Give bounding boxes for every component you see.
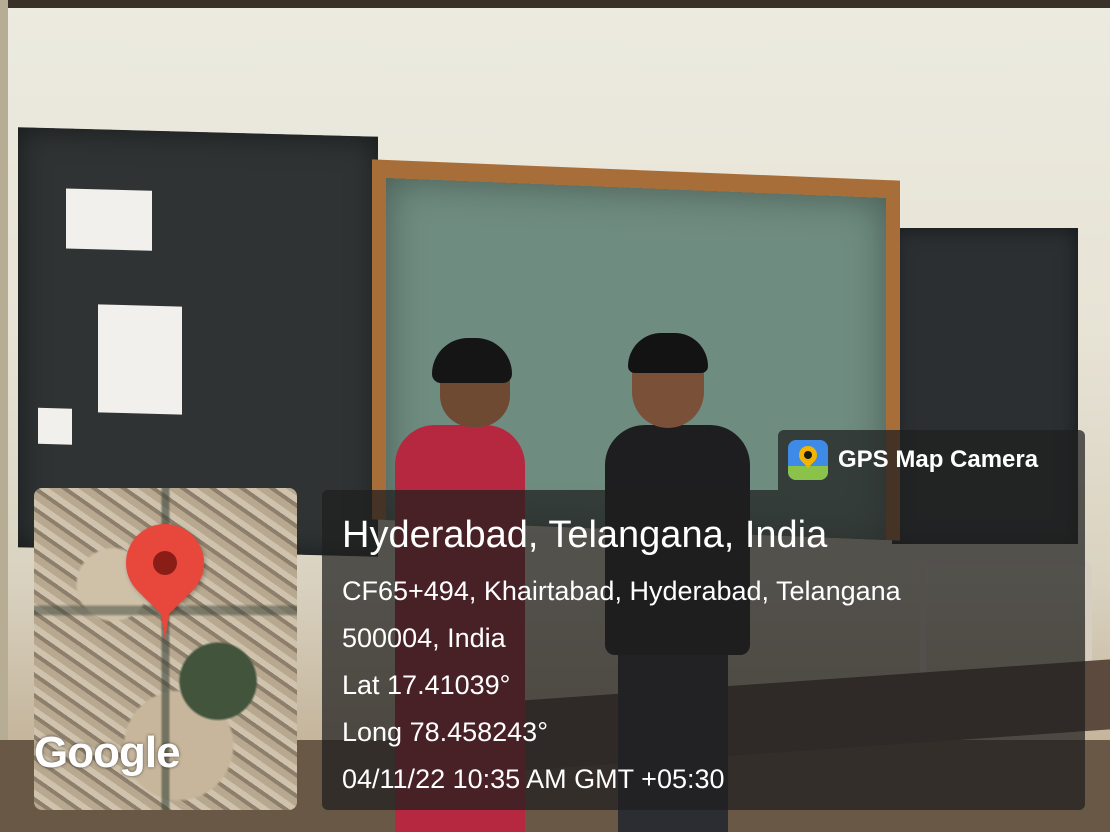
- location-info-panel: Hyderabad, Telangana, India CF65+494, Kh…: [322, 490, 1085, 810]
- location-title: Hyderabad, Telangana, India: [342, 514, 828, 556]
- torn-paper: [66, 188, 152, 251]
- icon-land: [788, 466, 828, 480]
- posted-paper: [98, 304, 182, 415]
- map-pin-center: [153, 551, 177, 575]
- address-line-1: CF65+494, Khairtabad, Hyderabad, Telanga…: [342, 576, 901, 606]
- google-attribution: Google: [34, 728, 181, 777]
- longitude-text: Long 78.458243°: [342, 717, 548, 747]
- ceiling-edge: [0, 0, 1110, 8]
- datetime-text: 04/11/22 10:35 AM GMT +05:30: [342, 764, 725, 794]
- address-line-2: 500004, India: [342, 623, 506, 653]
- photo-scene: GPS Map Camera Hyderabad, Telangana, Ind…: [0, 0, 1110, 832]
- gps-map-camera-app-icon: [788, 440, 828, 480]
- latitude-text: Lat 17.41039°: [342, 670, 511, 700]
- satellite-map-thumbnail: Google: [34, 488, 297, 810]
- torn-paper: [38, 407, 72, 445]
- icon-pin: [795, 442, 821, 468]
- gps-app-badge: GPS Map Camera: [778, 430, 1085, 490]
- app-name: GPS Map Camera: [838, 446, 1039, 473]
- wall-edge: [0, 0, 8, 832]
